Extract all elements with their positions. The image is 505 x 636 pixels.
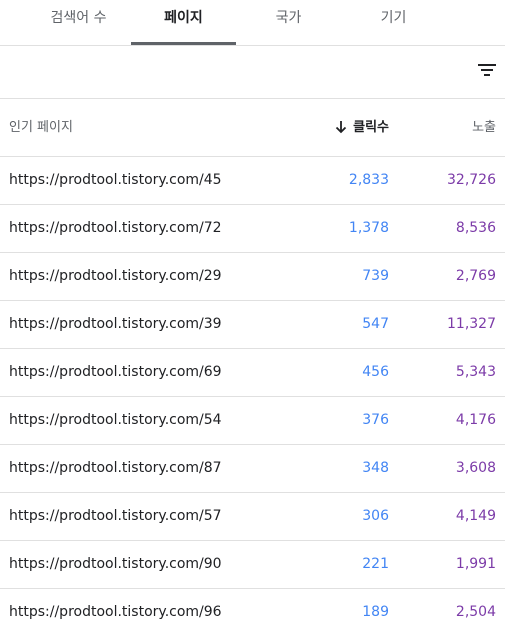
impressions-value: 2,769: [455, 268, 496, 284]
page-url[interactable]: https://prodtool.tistory.com/54: [9, 397, 222, 444]
table-row[interactable]: https://prodtool.tistory.com/90 221 1,99…: [0, 541, 505, 589]
tab-countries[interactable]: 국가: [236, 0, 341, 45]
table-row[interactable]: https://prodtool.tistory.com/54 376 4,17…: [0, 397, 505, 445]
clicks-value: 376: [362, 412, 389, 428]
impressions-value: 4,176: [455, 412, 496, 428]
table-body: https://prodtool.tistory.com/45 2,833 32…: [0, 157, 505, 636]
page-url[interactable]: https://prodtool.tistory.com/45: [9, 157, 222, 204]
arrow-down-icon: [335, 120, 347, 133]
tab-bar: 검색어 수 페이지 국가 기기: [0, 0, 505, 46]
page-url[interactable]: https://prodtool.tistory.com/39: [9, 301, 222, 348]
tab-devices-label: 기기: [380, 10, 407, 26]
table-row[interactable]: https://prodtool.tistory.com/45 2,833 32…: [0, 157, 505, 205]
header-clicks-label: 클릭수: [353, 120, 389, 135]
clicks-value: 739: [362, 268, 389, 284]
table-row[interactable]: https://prodtool.tistory.com/96 189 2,50…: [0, 589, 505, 636]
table-row[interactable]: https://prodtool.tistory.com/39 547 11,3…: [0, 301, 505, 349]
impressions-value: 1,991: [455, 556, 496, 572]
header-clicks[interactable]: 클릭수: [335, 99, 389, 156]
table-header: 인기 페이지 클릭수 노출: [0, 99, 505, 157]
clicks-value: 547: [362, 316, 389, 332]
header-top-pages: 인기 페이지: [9, 120, 73, 135]
page-url[interactable]: https://prodtool.tistory.com/96: [9, 589, 222, 636]
clicks-value: 189: [362, 604, 389, 620]
clicks-value: 1,378: [348, 220, 389, 236]
tab-queries-label: 검색어 수: [50, 10, 107, 26]
clicks-value: 221: [362, 556, 389, 572]
clicks-value: 348: [362, 460, 389, 476]
impressions-value: 32,726: [447, 172, 496, 188]
impressions-value: 8,536: [455, 220, 496, 236]
active-tab-indicator: [131, 42, 236, 45]
header-impressions[interactable]: 노출: [472, 99, 496, 156]
page-url[interactable]: https://prodtool.tistory.com/29: [9, 253, 222, 300]
tab-countries-label: 국가: [275, 10, 302, 26]
filter-list-icon[interactable]: [476, 61, 498, 79]
table-toolbar: [0, 46, 505, 99]
clicks-value: 306: [362, 508, 389, 524]
impressions-value: 2,504: [455, 604, 496, 620]
table-row[interactable]: https://prodtool.tistory.com/29 739 2,76…: [0, 253, 505, 301]
tab-pages-label: 페이지: [164, 10, 203, 26]
tab-pages[interactable]: 페이지: [131, 0, 236, 45]
page-url[interactable]: https://prodtool.tistory.com/87: [9, 445, 222, 492]
table-row[interactable]: https://prodtool.tistory.com/69 456 5,34…: [0, 349, 505, 397]
clicks-value: 2,833: [348, 172, 389, 188]
page-url[interactable]: https://prodtool.tistory.com/57: [9, 493, 222, 540]
impressions-value: 11,327: [447, 316, 496, 332]
clicks-value: 456: [362, 364, 389, 380]
table-row[interactable]: https://prodtool.tistory.com/72 1,378 8,…: [0, 205, 505, 253]
impressions-value: 3,608: [455, 460, 496, 476]
impressions-value: 4,149: [455, 508, 496, 524]
table-row[interactable]: https://prodtool.tistory.com/57 306 4,14…: [0, 493, 505, 541]
tab-devices[interactable]: 기기: [341, 0, 446, 45]
page-url[interactable]: https://prodtool.tistory.com/72: [9, 205, 222, 252]
tab-queries[interactable]: 검색어 수: [26, 0, 131, 45]
impressions-value: 5,343: [455, 364, 496, 380]
table-row[interactable]: https://prodtool.tistory.com/87 348 3,60…: [0, 445, 505, 493]
page-url[interactable]: https://prodtool.tistory.com/69: [9, 349, 222, 396]
page-url[interactable]: https://prodtool.tistory.com/90: [9, 541, 222, 588]
